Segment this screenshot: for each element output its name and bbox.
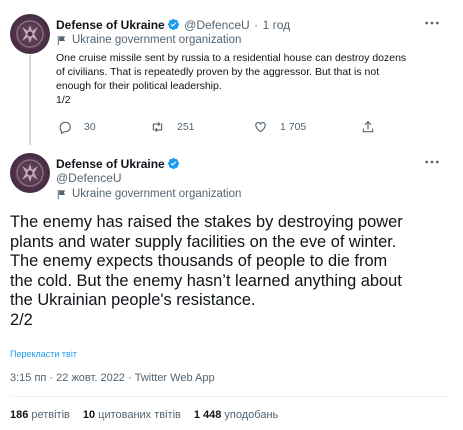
tweet-text-line: 1/2 bbox=[56, 94, 71, 106]
likes-count: 1 448 bbox=[193, 409, 222, 421]
share-button[interactable] bbox=[361, 120, 387, 134]
government-label-text: Ukraine government organization bbox=[72, 188, 242, 200]
likes-stat[interactable]: 1 448 уподобань bbox=[194, 409, 278, 421]
tweet-text-line: the cold. But the enemy hasn’t learned a… bbox=[10, 271, 402, 290]
likes-label: уподобань bbox=[224, 409, 279, 421]
post-time[interactable]: 1 год bbox=[263, 18, 291, 32]
government-flag-icon bbox=[57, 189, 66, 199]
more-dots-icon[interactable] bbox=[423, 153, 441, 171]
author-handle[interactable]: @DefenceU bbox=[184, 18, 250, 32]
tweet-text-line: One cruise missile sent by russia to a r… bbox=[56, 52, 407, 64]
author-name[interactable]: Defense of Ukraine bbox=[56, 157, 165, 171]
verified-badge-icon bbox=[167, 18, 179, 31]
tweet-text-line: The enemy has raised the stakes by destr… bbox=[10, 213, 403, 231]
reply-count: 30 bbox=[84, 121, 96, 133]
author-handle[interactable]: @DefenceU bbox=[56, 171, 122, 185]
more-dots-icon[interactable] bbox=[423, 14, 441, 32]
tweet-text-line: of civilians. That is repeatedly proven … bbox=[56, 66, 380, 78]
quotes-label: цитованих твітів bbox=[98, 409, 181, 421]
quotes-stat[interactable]: 10 цитованих твітів bbox=[83, 409, 181, 421]
verified-badge-icon bbox=[167, 157, 179, 170]
ukraine-trident-avatar-icon bbox=[16, 20, 44, 48]
tweet-text-line: enough for their political leadership. bbox=[56, 80, 222, 92]
retweets-stat[interactable]: 186 ретвітів bbox=[10, 409, 70, 421]
retweets-label: ретвітів bbox=[31, 409, 70, 421]
avatar[interactable] bbox=[10, 153, 50, 193]
tweet-text: One cruise missile sent by russia to a r… bbox=[56, 51, 441, 107]
government-label: Ukraine government organization bbox=[56, 188, 241, 200]
separator-dot: · bbox=[254, 18, 259, 32]
like-count: 1 705 bbox=[280, 121, 307, 133]
tweet-text-line: The enemy expects thousands of people to… bbox=[10, 252, 388, 271]
thread-connector bbox=[29, 55, 31, 145]
retweet-count: 251 bbox=[177, 121, 195, 133]
retweet-icon bbox=[152, 121, 163, 133]
tweet-stats: 186 ретвітів 10 цитованих твітів 1 448 упод… bbox=[10, 409, 291, 421]
reply-icon bbox=[59, 121, 71, 134]
tweet-text-line: 2/2 bbox=[10, 310, 33, 329]
tweet-actions: 30 251 1 705 bbox=[56, 120, 386, 138]
divider bbox=[10, 396, 450, 397]
government-label-text: Ukraine government organization bbox=[72, 34, 242, 46]
retweets-count: 186 bbox=[10, 409, 29, 421]
author-name[interactable]: Defense of Ukraine bbox=[56, 18, 165, 32]
like-button[interactable]: 1 705 bbox=[253, 120, 306, 134]
ukraine-trident-avatar-icon bbox=[16, 159, 44, 187]
retweet-button[interactable]: 251 bbox=[150, 120, 195, 134]
tweet-text-line: the Ukrainian people's resistance. bbox=[10, 291, 256, 310]
government-label: Ukraine government organization bbox=[56, 34, 241, 46]
translate-tweet-link[interactable]: Перекласти твіт bbox=[10, 349, 77, 359]
quotes-count: 10 bbox=[82, 409, 96, 421]
tweet-text: The enemy has raised the stakes by destr… bbox=[10, 213, 450, 331]
share-icon bbox=[362, 120, 374, 133]
tweet-text-line: plants and water supply facilities on th… bbox=[10, 232, 397, 251]
like-icon bbox=[255, 122, 266, 133]
tweet-timestamp[interactable]: 3:15 пп · 22 жовт. 2022 · Twitter Web Ap… bbox=[10, 372, 215, 384]
tweet-header: Defense of Ukraine @DefenceU · 1 год bbox=[56, 16, 290, 34]
reply-button[interactable]: 30 bbox=[58, 120, 96, 134]
government-flag-icon bbox=[57, 35, 66, 45]
avatar[interactable] bbox=[10, 14, 50, 54]
